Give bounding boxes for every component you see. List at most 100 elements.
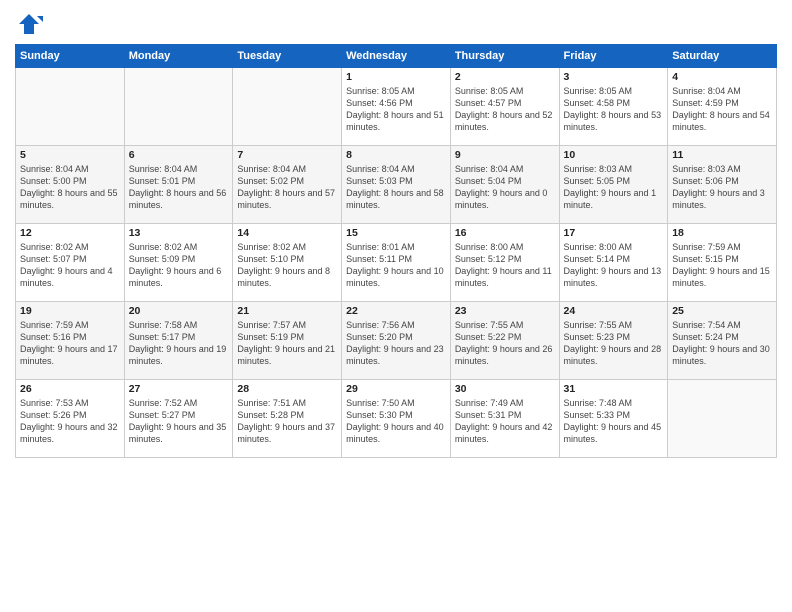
cell-info: Sunrise: 7:55 AM Sunset: 5:23 PM Dayligh… xyxy=(564,319,664,368)
day-number: 24 xyxy=(564,305,664,317)
weekday-header-friday: Friday xyxy=(559,45,668,68)
calendar-cell: 2 Sunrise: 8:05 AM Sunset: 4:57 PM Daylig… xyxy=(450,68,559,146)
cell-info: Sunrise: 7:52 AM Sunset: 5:27 PM Dayligh… xyxy=(129,397,229,446)
cell-info: Sunrise: 8:05 AM Sunset: 4:56 PM Dayligh… xyxy=(346,85,446,134)
weekday-header-sunday: Sunday xyxy=(16,45,125,68)
calendar-cell: 16 Sunrise: 8:00 AM Sunset: 5:12 PM Dayli… xyxy=(450,224,559,302)
calendar-cell: 7Sunrise: 8:04 AM Sunset: 5:02 PM Daylig… xyxy=(233,146,342,224)
cell-info: Sunrise: 8:04 AM Sunset: 4:59 PM Dayligh… xyxy=(672,85,772,134)
calendar-cell: 8 Sunrise: 8:04 AM Sunset: 5:03 PM Daylig… xyxy=(342,146,451,224)
calendar-cell: 6 Sunrise: 8:04 AM Sunset: 5:01 PM Daylig… xyxy=(124,146,233,224)
day-number: 17 xyxy=(564,227,664,239)
day-number: 19 xyxy=(20,305,120,317)
cell-info: Sunrise: 8:04 AM Sunset: 5:04 PM Dayligh… xyxy=(455,163,555,212)
day-number: 21 xyxy=(237,305,337,317)
cell-info: Sunrise: 8:03 AM Sunset: 5:05 PM Dayligh… xyxy=(564,163,664,212)
calendar-cell: 10 Sunrise: 8:03 AM Sunset: 5:05 PM Dayli… xyxy=(559,146,668,224)
calendar-week-3: 12Sunrise: 8:02 AM Sunset: 5:07 PM Dayli… xyxy=(16,224,777,302)
cell-info: Sunrise: 7:59 AM Sunset: 5:16 PM Dayligh… xyxy=(20,319,120,368)
day-number: 4 xyxy=(672,71,772,83)
weekday-header-row: SundayMondayTuesdayWednesdayThursdayFrid… xyxy=(16,45,777,68)
day-number: 3 xyxy=(564,71,664,83)
calendar-cell xyxy=(233,68,342,146)
day-number: 15 xyxy=(346,227,446,239)
calendar-cell: 4 Sunrise: 8:04 AM Sunset: 4:59 PM Daylig… xyxy=(668,68,777,146)
cell-info: Sunrise: 8:04 AM Sunset: 5:01 PM Dayligh… xyxy=(129,163,229,212)
calendar-cell: 31 Sunrise: 7:48 AM Sunset: 5:33 PM Dayli… xyxy=(559,380,668,458)
calendar-table: SundayMondayTuesdayWednesdayThursdayFrid… xyxy=(15,44,777,458)
calendar-cell: 12Sunrise: 8:02 AM Sunset: 5:07 PM Dayli… xyxy=(16,224,125,302)
day-number: 2 xyxy=(455,71,555,83)
calendar-week-1: 1 Sunrise: 8:05 AM Sunset: 4:56 PM Daylig… xyxy=(16,68,777,146)
cell-info: Sunrise: 8:03 AM Sunset: 5:06 PM Dayligh… xyxy=(672,163,772,212)
day-number: 6 xyxy=(129,149,229,161)
calendar-week-2: 5Sunrise: 8:04 AM Sunset: 5:00 PM Daylig… xyxy=(16,146,777,224)
calendar-cell: 26 Sunrise: 7:53 AM Sunset: 5:26 PM Dayli… xyxy=(16,380,125,458)
day-number: 28 xyxy=(237,383,337,395)
calendar-cell xyxy=(16,68,125,146)
calendar-cell: 18 Sunrise: 7:59 AM Sunset: 5:15 PM Dayli… xyxy=(668,224,777,302)
calendar-cell: 20 Sunrise: 7:58 AM Sunset: 5:17 PM Dayli… xyxy=(124,302,233,380)
calendar-week-4: 19 Sunrise: 7:59 AM Sunset: 5:16 PM Dayli… xyxy=(16,302,777,380)
calendar-cell: 11 Sunrise: 8:03 AM Sunset: 5:06 PM Dayli… xyxy=(668,146,777,224)
day-number: 25 xyxy=(672,305,772,317)
cell-info: Sunrise: 8:05 AM Sunset: 4:58 PM Dayligh… xyxy=(564,85,664,134)
day-number: 14 xyxy=(237,227,337,239)
weekday-header-saturday: Saturday xyxy=(668,45,777,68)
cell-info: Sunrise: 7:53 AM Sunset: 5:26 PM Dayligh… xyxy=(20,397,120,446)
day-number: 13 xyxy=(129,227,229,239)
weekday-header-tuesday: Tuesday xyxy=(233,45,342,68)
calendar-cell xyxy=(668,380,777,458)
calendar-cell: 21 Sunrise: 7:57 AM Sunset: 5:19 PM Dayli… xyxy=(233,302,342,380)
weekday-header-wednesday: Wednesday xyxy=(342,45,451,68)
cell-info: Sunrise: 8:01 AM Sunset: 5:11 PM Dayligh… xyxy=(346,241,446,290)
calendar-cell: 19 Sunrise: 7:59 AM Sunset: 5:16 PM Dayli… xyxy=(16,302,125,380)
calendar-cell: 14 Sunrise: 8:02 AM Sunset: 5:10 PM Dayli… xyxy=(233,224,342,302)
day-number: 22 xyxy=(346,305,446,317)
day-number: 10 xyxy=(564,149,664,161)
day-number: 27 xyxy=(129,383,229,395)
cell-info: Sunrise: 8:02 AM Sunset: 5:09 PM Dayligh… xyxy=(129,241,229,290)
calendar-cell: 22 Sunrise: 7:56 AM Sunset: 5:20 PM Dayli… xyxy=(342,302,451,380)
day-number: 12 xyxy=(20,227,120,239)
calendar-week-5: 26 Sunrise: 7:53 AM Sunset: 5:26 PM Dayli… xyxy=(16,380,777,458)
calendar-cell: 23 Sunrise: 7:55 AM Sunset: 5:22 PM Dayli… xyxy=(450,302,559,380)
cell-info: Sunrise: 7:50 AM Sunset: 5:30 PM Dayligh… xyxy=(346,397,446,446)
header xyxy=(15,10,777,38)
calendar-cell: 28 Sunrise: 7:51 AM Sunset: 5:28 PM Dayli… xyxy=(233,380,342,458)
cell-info: Sunrise: 7:58 AM Sunset: 5:17 PM Dayligh… xyxy=(129,319,229,368)
calendar-cell: 24 Sunrise: 7:55 AM Sunset: 5:23 PM Dayli… xyxy=(559,302,668,380)
day-number: 23 xyxy=(455,305,555,317)
cell-info: Sunrise: 7:54 AM Sunset: 5:24 PM Dayligh… xyxy=(672,319,772,368)
day-number: 5 xyxy=(20,149,120,161)
cell-info: Sunrise: 7:55 AM Sunset: 5:22 PM Dayligh… xyxy=(455,319,555,368)
cell-info: Sunrise: 8:00 AM Sunset: 5:12 PM Dayligh… xyxy=(455,241,555,290)
cell-info: Sunrise: 8:02 AM Sunset: 5:10 PM Dayligh… xyxy=(237,241,337,290)
cell-info: Sunrise: 7:51 AM Sunset: 5:28 PM Dayligh… xyxy=(237,397,337,446)
day-number: 8 xyxy=(346,149,446,161)
cell-info: Sunrise: 8:04 AM Sunset: 5:03 PM Dayligh… xyxy=(346,163,446,212)
calendar-cell: 5Sunrise: 8:04 AM Sunset: 5:00 PM Daylig… xyxy=(16,146,125,224)
day-number: 18 xyxy=(672,227,772,239)
cell-info: Sunrise: 7:56 AM Sunset: 5:20 PM Dayligh… xyxy=(346,319,446,368)
weekday-header-thursday: Thursday xyxy=(450,45,559,68)
cell-info: Sunrise: 7:57 AM Sunset: 5:19 PM Dayligh… xyxy=(237,319,337,368)
day-number: 11 xyxy=(672,149,772,161)
cell-info: Sunrise: 8:05 AM Sunset: 4:57 PM Dayligh… xyxy=(455,85,555,134)
day-number: 26 xyxy=(20,383,120,395)
day-number: 30 xyxy=(455,383,555,395)
day-number: 16 xyxy=(455,227,555,239)
weekday-header-monday: Monday xyxy=(124,45,233,68)
cell-info: Sunrise: 8:04 AM Sunset: 5:02 PM Dayligh… xyxy=(237,163,337,212)
logo-icon xyxy=(15,10,43,38)
day-number: 31 xyxy=(564,383,664,395)
cell-info: Sunrise: 7:59 AM Sunset: 5:15 PM Dayligh… xyxy=(672,241,772,290)
calendar-cell: 17Sunrise: 8:00 AM Sunset: 5:14 PM Dayli… xyxy=(559,224,668,302)
calendar-cell: 29Sunrise: 7:50 AM Sunset: 5:30 PM Dayli… xyxy=(342,380,451,458)
cell-info: Sunrise: 7:48 AM Sunset: 5:33 PM Dayligh… xyxy=(564,397,664,446)
logo xyxy=(15,10,46,38)
calendar-cell: 27 Sunrise: 7:52 AM Sunset: 5:27 PM Dayli… xyxy=(124,380,233,458)
day-number: 1 xyxy=(346,71,446,83)
calendar-cell: 30Sunrise: 7:49 AM Sunset: 5:31 PM Dayli… xyxy=(450,380,559,458)
day-number: 20 xyxy=(129,305,229,317)
